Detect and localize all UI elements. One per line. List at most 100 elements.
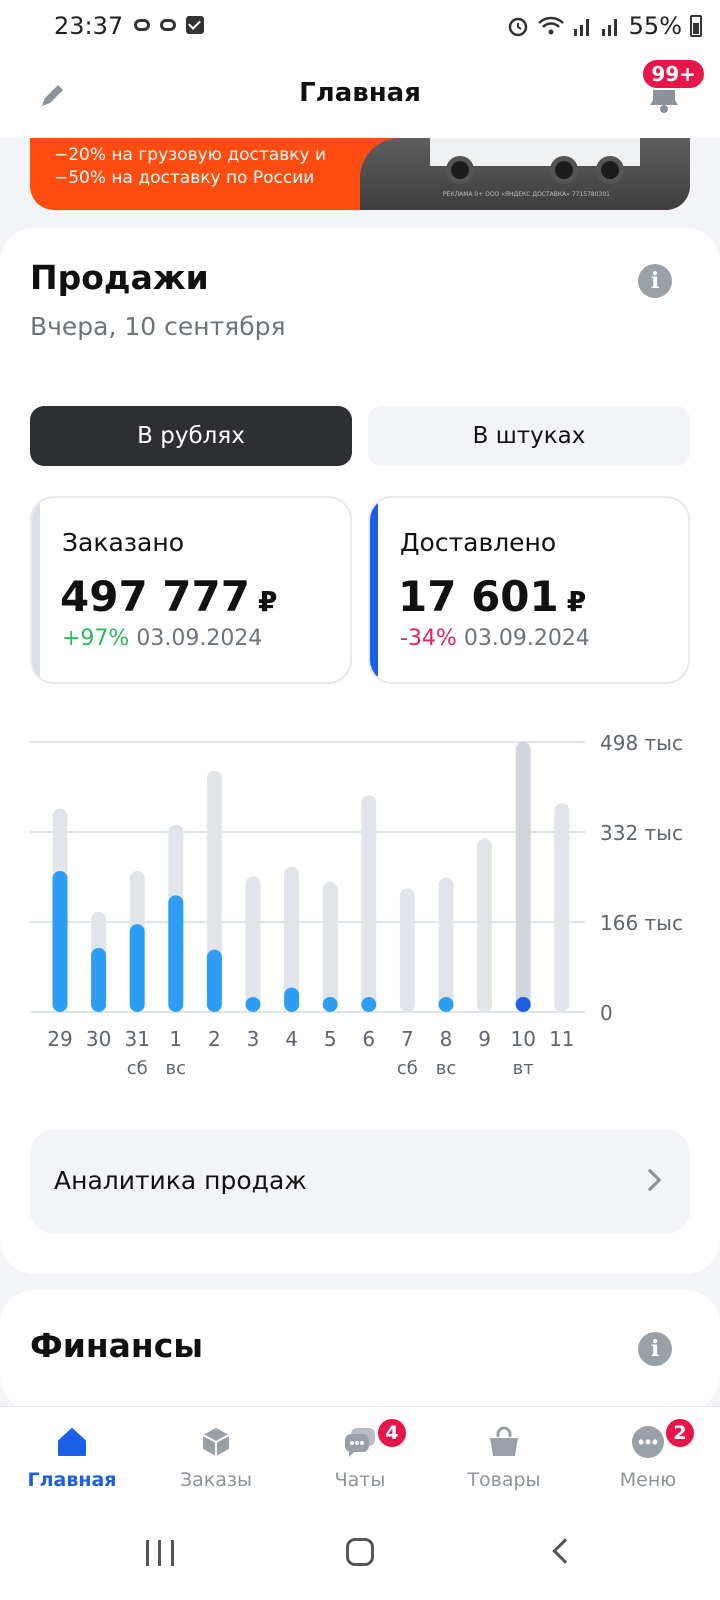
x-tick-label: 6 — [362, 1027, 375, 1051]
x-weekday-label: вс — [436, 1058, 457, 1079]
ordered-value: 497 777 ₽ — [60, 572, 277, 621]
banner-line-2: −50% на доставку по России — [54, 168, 315, 188]
sales-analytics-link[interactable]: Аналитика продаж — [30, 1130, 690, 1234]
banner-line-1: −20% на грузовую доставку и — [54, 145, 327, 165]
bottom-navigation: Главная Заказы 4 Чаты Товары 2 Меню — [0, 1406, 720, 1510]
bar-total — [438, 877, 454, 1012]
x-tick-label: 1 — [169, 1027, 182, 1051]
sales-card: Продажи i Вчера, 10 сентября В рублях В … — [0, 228, 720, 1274]
sales-chart[interactable]: 0 166 тыс 332 тыс 498 тыс 29 30 31 сб 1 вс 2 3 4 5 6 7 с… — [0, 726, 720, 1086]
y-tick-label: 498 тыс — [600, 731, 683, 755]
truck-wheel — [550, 156, 578, 184]
nav-label: Главная — [27, 1469, 117, 1491]
bar-total — [399, 888, 415, 1012]
ordered-compare-date: 03.09.2024 — [136, 626, 263, 651]
x-tick-label: 31 — [124, 1027, 149, 1051]
status-bar: 23:37 55% — [0, 0, 720, 52]
battery-percent: 55% — [628, 12, 682, 40]
delivered-compare-date: 03.09.2024 — [463, 626, 590, 651]
back-icon[interactable] — [552, 1538, 578, 1564]
bar-value — [284, 987, 300, 1012]
ordered-label: Заказано — [62, 528, 185, 557]
nav-home[interactable]: Главная — [0, 1407, 144, 1511]
chevron-right-icon — [638, 1168, 662, 1192]
sales-title: Продажи — [30, 258, 209, 297]
menu-badge: 2 — [664, 1417, 696, 1449]
sales-analytics-label: Аналитика продаж — [54, 1166, 307, 1195]
ordered-metric-card[interactable]: Заказано 497 777 ₽ +97% 03.09.2024 — [30, 496, 352, 684]
info-icon[interactable]: i — [638, 264, 672, 298]
bar-total — [245, 876, 261, 1012]
y-tick-label: 166 тыс — [600, 911, 683, 935]
finance-title: Финансы — [30, 1326, 204, 1365]
nav-label: Чаты — [334, 1469, 386, 1491]
bar-total — [477, 838, 493, 1012]
nav-goods[interactable]: Товары — [432, 1407, 576, 1511]
toggle-pieces-button[interactable]: В штуках — [368, 406, 690, 466]
truck-wheel — [596, 156, 624, 184]
home-button-icon[interactable] — [346, 1538, 374, 1566]
nav-orders[interactable]: Заказы — [144, 1407, 288, 1511]
y-tick-label: 332 тыс — [600, 821, 683, 845]
delivered-value: 17 601 ₽ — [398, 572, 586, 621]
banner-truck-photo — [360, 138, 690, 210]
x-tick-label: 29 — [47, 1027, 72, 1051]
nav-label: Меню — [619, 1469, 677, 1491]
sales-bar-chart: 0 166 тыс 332 тыс 498 тыс 29 30 31 сб 1 вс 2 3 4 5 6 7 с… — [30, 731, 683, 1079]
ruble-sign: ₽ — [257, 585, 278, 618]
notifications-badge: 99+ — [641, 58, 706, 90]
signal-icon — [573, 19, 589, 36]
banner-ad-disclaimer: РЕКЛАМА 0+ ООО «ЯНДЕКС ДОСТАВКА» 7715780… — [442, 191, 610, 198]
delivered-label: Доставлено — [400, 528, 557, 557]
info-icon[interactable]: i — [638, 1332, 672, 1366]
bar-value — [91, 948, 107, 1012]
x-weekday-label: вс — [166, 1058, 187, 1079]
metric-edge-indicator — [32, 498, 40, 682]
promo-banner[interactable]: РЕКЛАМА 0+ ООО «ЯНДЕКС ДОСТАВКА» 7715780… — [30, 138, 690, 210]
chat-icon — [345, 1428, 375, 1457]
status-notification-icons — [134, 16, 204, 34]
bar-value — [168, 895, 184, 1012]
signal-icon — [601, 19, 617, 36]
app-header: Главная 99+ — [0, 52, 720, 138]
bar-value — [515, 997, 531, 1012]
x-tick-label: 10 — [510, 1027, 535, 1051]
ruble-sign: ₽ — [566, 585, 587, 618]
battery-icon — [690, 15, 702, 37]
x-tick-label: 11 — [549, 1027, 574, 1051]
status-system-icons: 55% — [507, 12, 702, 40]
x-tick-label: 2 — [208, 1027, 221, 1051]
x-tick-label: 30 — [86, 1027, 111, 1051]
ordered-change-percent: +97% — [62, 626, 130, 651]
delivered-metric-card[interactable]: Доставлено 17 601 ₽ -34% 03.09.2024 — [368, 496, 690, 684]
x-tick-label: 3 — [247, 1027, 260, 1051]
toggle-rubles-button[interactable]: В рублях — [30, 406, 352, 466]
status-time: 23:37 — [54, 12, 124, 40]
banner-text: −20% на грузовую доставку и −50% на дост… — [54, 144, 326, 190]
sales-subtitle: Вчера, 10 сентября — [30, 312, 286, 341]
x-tick-label: 8 — [440, 1027, 453, 1051]
bar-value — [245, 997, 261, 1012]
nav-chats[interactable]: 4 Чаты — [288, 1407, 432, 1511]
recent-apps-icon[interactable] — [146, 1540, 174, 1566]
y-tick-label: 0 — [600, 1001, 613, 1025]
metric-edge-indicator — [370, 498, 378, 682]
delivered-amount: 17 601 — [398, 572, 559, 621]
bar-value — [52, 871, 68, 1012]
bar-value — [322, 997, 338, 1012]
bar-total — [322, 881, 338, 1012]
wifi-icon — [537, 16, 564, 35]
bar-value — [206, 949, 222, 1012]
home-icon — [58, 1428, 86, 1456]
nav-menu[interactable]: 2 Меню — [576, 1407, 720, 1511]
x-tick-label: 4 — [285, 1027, 298, 1051]
box-icon — [202, 1428, 230, 1456]
truck-wheel — [446, 156, 474, 184]
bar-value — [438, 997, 454, 1012]
delivered-change: -34% 03.09.2024 — [400, 626, 590, 651]
x-weekday-label: сб — [127, 1058, 148, 1079]
nav-label: Заказы — [179, 1469, 253, 1491]
page-title: Главная — [299, 78, 421, 108]
x-tick-label: 7 — [401, 1027, 414, 1051]
ordered-amount: 497 777 — [60, 572, 250, 621]
